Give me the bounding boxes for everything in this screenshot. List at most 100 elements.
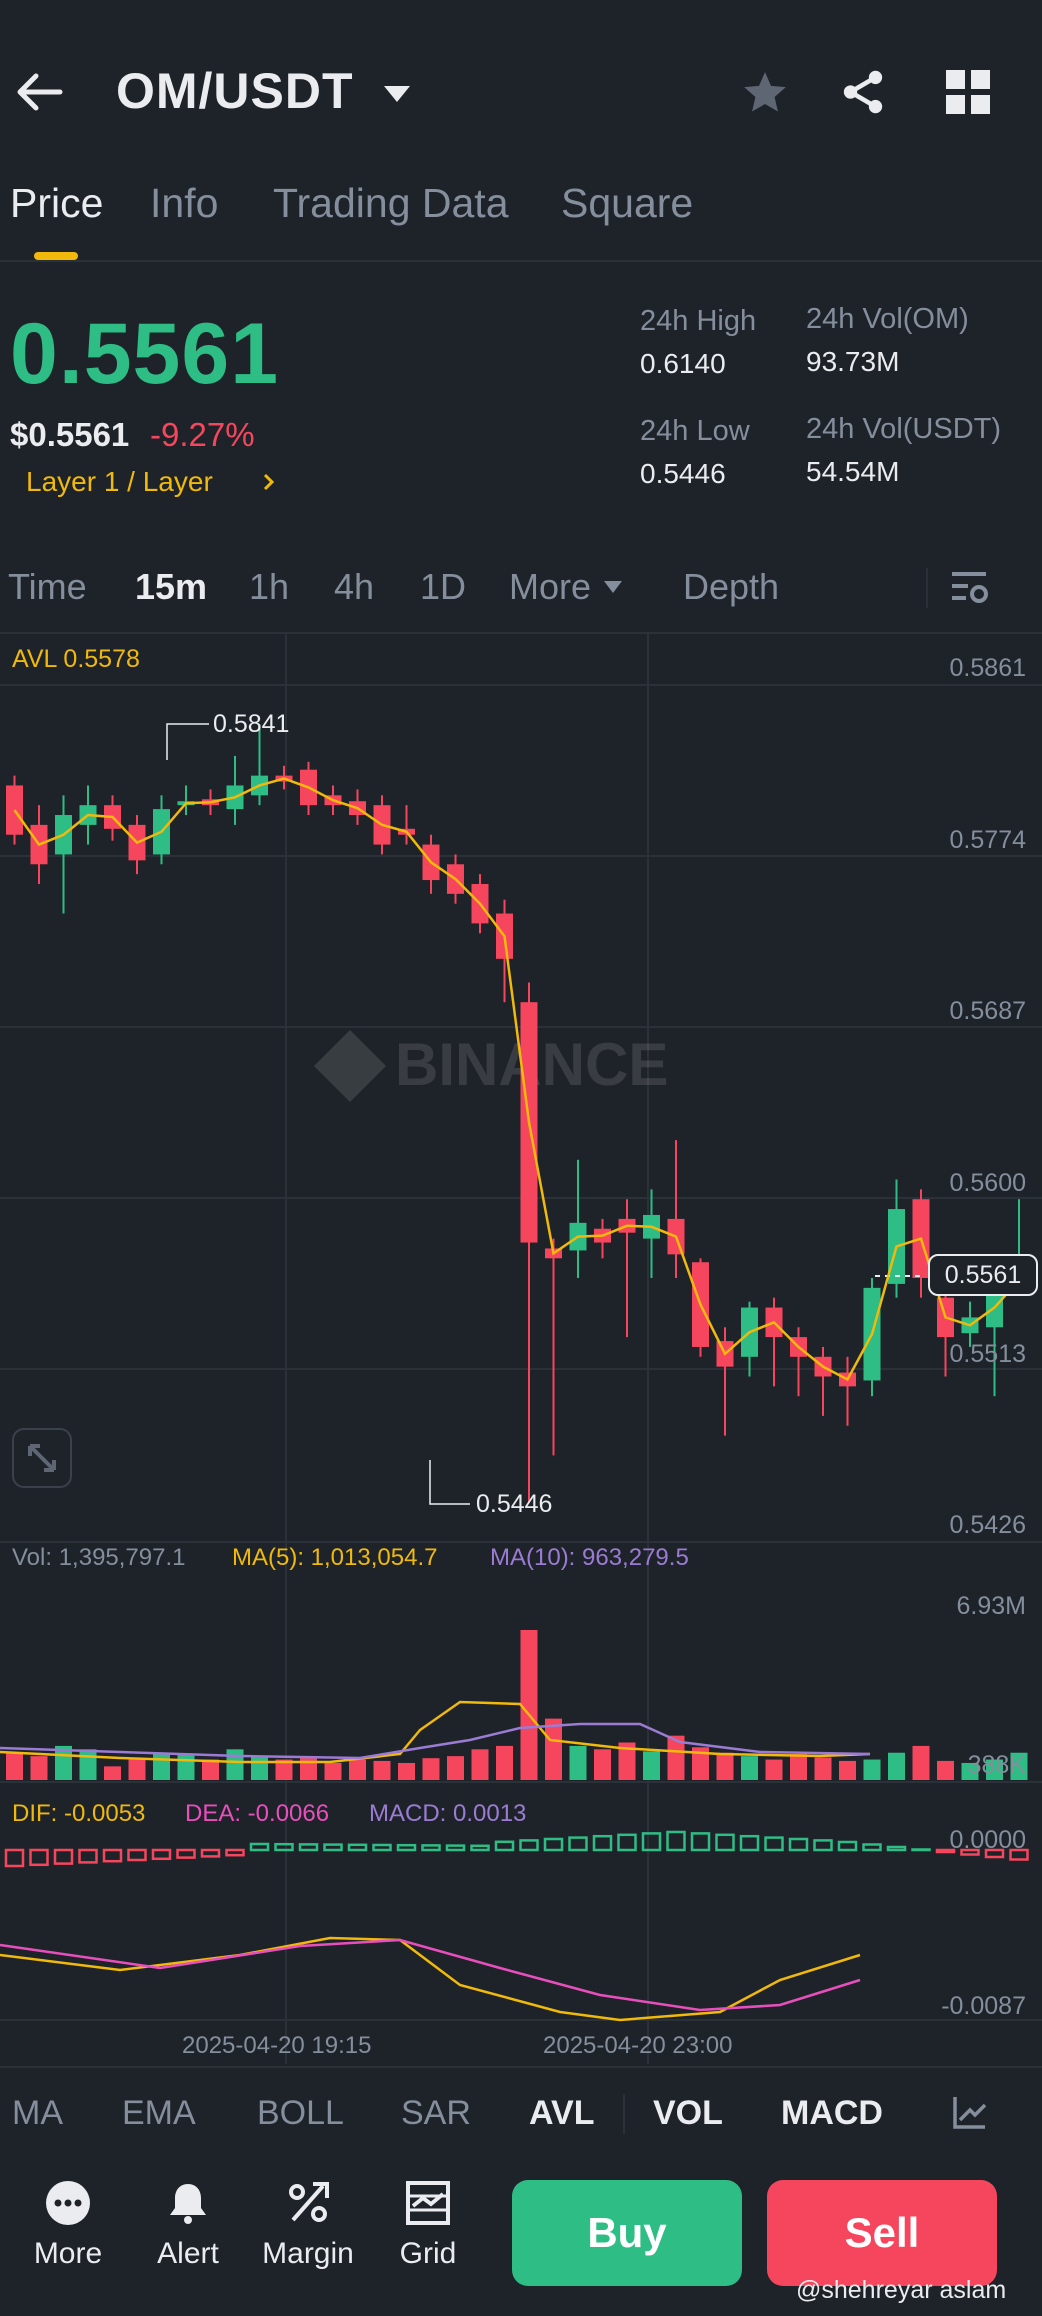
volume-bar bbox=[594, 1749, 611, 1780]
macd-bar bbox=[127, 1848, 147, 1862]
macd-bar bbox=[200, 1848, 221, 1858]
indicator-macd[interactable]: MACD bbox=[781, 2094, 883, 2133]
pair-title[interactable]: OM/USDT bbox=[116, 62, 354, 120]
macd-bar bbox=[347, 1843, 368, 1852]
sell-button[interactable]: Sell bbox=[767, 2180, 997, 2286]
nav-margin[interactable]: Margin bbox=[248, 2180, 368, 2271]
grid-layout-icon[interactable] bbox=[946, 70, 990, 114]
bell-icon bbox=[170, 2184, 206, 2224]
low-value: 0.5446 bbox=[640, 458, 726, 489]
indicator-vol[interactable]: VOL bbox=[653, 2094, 723, 2133]
chart-settings-icon[interactable] bbox=[950, 568, 990, 608]
share-icon[interactable] bbox=[838, 66, 888, 118]
macd-bar bbox=[445, 1844, 466, 1852]
star-icon[interactable] bbox=[740, 68, 790, 118]
nav-more[interactable]: More bbox=[8, 2180, 128, 2271]
macd-dif-label: DIF: -0.0053 bbox=[12, 1800, 146, 1827]
volume-bar bbox=[251, 1756, 268, 1780]
macd-bar bbox=[102, 1848, 123, 1863]
caret-down-icon[interactable] bbox=[603, 580, 623, 594]
interval-4h[interactable]: 4h bbox=[334, 566, 374, 608]
vol-y-bottom: 388K bbox=[967, 1751, 1026, 1779]
indicator-sar[interactable]: SAR bbox=[401, 2094, 471, 2133]
low-leader bbox=[429, 1460, 470, 1505]
volume-bar bbox=[447, 1756, 464, 1780]
tab-trading-data[interactable]: Trading Data bbox=[273, 180, 509, 227]
tab-info[interactable]: Info bbox=[150, 180, 218, 227]
x-tick: 2025-04-20 19:15 bbox=[182, 2032, 372, 2059]
vol-label: Vol: 1,395,797.1 bbox=[12, 1544, 186, 1571]
volume-bar bbox=[373, 1760, 391, 1780]
interval-1d[interactable]: 1D bbox=[420, 566, 466, 608]
volume-bar bbox=[496, 1745, 513, 1780]
nav-alert-label: Alert bbox=[157, 2237, 219, 2270]
margin-icon bbox=[289, 2182, 329, 2222]
volume-bar bbox=[30, 1756, 48, 1780]
buy-button[interactable]: Buy bbox=[512, 2180, 742, 2286]
expand-icon bbox=[28, 1444, 56, 1472]
macd-bar bbox=[911, 1848, 931, 1852]
nav-grid[interactable]: Grid bbox=[368, 2180, 488, 2271]
macd-bar bbox=[29, 1848, 49, 1867]
macd-y-top: 0.0000 bbox=[949, 1826, 1026, 1854]
volume-bar bbox=[814, 1757, 832, 1780]
macd-bar bbox=[690, 1832, 711, 1852]
macd-y-bottom: -0.0087 bbox=[941, 1992, 1026, 2020]
macd-bar bbox=[4, 1848, 25, 1868]
chevron-right-icon[interactable] bbox=[262, 472, 276, 492]
vol-usdt-label: 24h Vol(USDT) bbox=[806, 413, 1002, 445]
volume-bar bbox=[202, 1759, 219, 1780]
tab-square[interactable]: Square bbox=[561, 180, 693, 227]
indicator-boll[interactable]: BOLL bbox=[257, 2094, 344, 2133]
interval-depth[interactable]: Depth bbox=[683, 566, 779, 608]
fullscreen-button[interactable] bbox=[12, 1428, 72, 1488]
top-bar: OM/USDT bbox=[0, 0, 1042, 185]
macd-bar bbox=[568, 1836, 588, 1852]
category-link[interactable]: Layer 1 / Layer bbox=[26, 466, 213, 498]
indicator-avl[interactable]: AVL bbox=[529, 2094, 594, 2133]
indicator-ema[interactable]: EMA bbox=[122, 2094, 196, 2133]
low-marker: 0.5446 bbox=[476, 1490, 553, 1518]
macd-bar bbox=[470, 1844, 490, 1852]
volume-bar bbox=[741, 1756, 758, 1780]
back-arrow-icon[interactable] bbox=[14, 70, 64, 114]
macd-bar bbox=[372, 1843, 392, 1852]
volume-bar bbox=[104, 1766, 121, 1780]
candlestick-chart[interactable]: BINANCE bbox=[0, 634, 1042, 2064]
interval-15m[interactable]: 15m bbox=[135, 566, 207, 608]
macd-dea-label: DEA: -0.0066 bbox=[185, 1800, 330, 1827]
volume-bar bbox=[520, 1630, 538, 1780]
volume-bar bbox=[153, 1752, 170, 1780]
macd-bar bbox=[837, 1840, 858, 1852]
avl-label: AVL 0.5578 bbox=[12, 645, 140, 673]
interval-more[interactable]: More bbox=[509, 566, 591, 608]
interval-1h[interactable]: 1h bbox=[249, 566, 289, 608]
tab-price[interactable]: Price bbox=[10, 180, 103, 227]
y-tick: 0.5426 bbox=[949, 1511, 1026, 1539]
nav-alert[interactable]: Alert bbox=[128, 2180, 248, 2271]
volume-bar bbox=[79, 1749, 97, 1780]
volume-bar bbox=[398, 1762, 415, 1780]
divider bbox=[0, 260, 1042, 262]
binance-logo-icon bbox=[314, 1030, 386, 1102]
vol-ma10-label: MA(10): 963,279.5 bbox=[490, 1544, 689, 1571]
volume-bars bbox=[0, 1630, 1028, 1780]
chevron-down-icon[interactable] bbox=[382, 84, 412, 104]
volume-bar bbox=[569, 1745, 587, 1780]
volume-bar bbox=[888, 1752, 905, 1780]
indicator-settings-icon[interactable] bbox=[952, 2094, 988, 2130]
macd-bar bbox=[249, 1842, 270, 1852]
volume-bar bbox=[422, 1758, 440, 1780]
last-price: 0.5561 bbox=[10, 306, 280, 402]
macd-bar bbox=[739, 1834, 760, 1852]
usd-price: $0.5561 bbox=[10, 416, 130, 453]
macd-bar bbox=[494, 1840, 515, 1852]
indicator-ma[interactable]: MA bbox=[12, 2094, 63, 2133]
macd-bar bbox=[886, 1845, 907, 1852]
macd-bar bbox=[641, 1832, 662, 1852]
macd-bar bbox=[592, 1834, 613, 1852]
divider bbox=[926, 568, 928, 608]
interval-time[interactable]: Time bbox=[8, 566, 87, 608]
macd-bar bbox=[225, 1848, 245, 1857]
macd-bar bbox=[176, 1848, 196, 1859]
